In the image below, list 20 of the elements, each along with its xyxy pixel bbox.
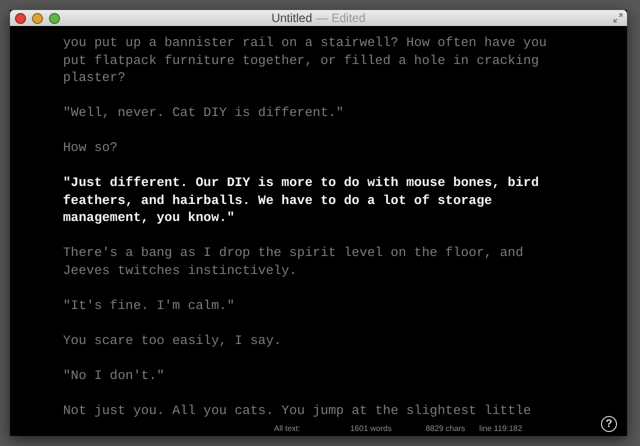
paragraph: "Just different. Our DIY is more to do with mouse bones, bird feathers, and hairballs. We have to do a lot of storage management, you know.": [63, 174, 540, 226]
help-button[interactable]: ?: [601, 416, 617, 432]
paragraph: How so?: [63, 139, 119, 156]
zoom-button[interactable]: [49, 12, 60, 24]
paragraph: "Well, never. Cat DIY is different.": [63, 104, 345, 122]
paragraph: "No I don't.": [63, 366, 166, 384]
minimize-button[interactable]: [32, 12, 43, 24]
paragraph: "It's fine. I'm calm.": [63, 296, 236, 314]
paragraph: There's a bang as I drop the spirit level on the floor, and Jeeves twitches instinctively.: [63, 244, 524, 279]
close-button[interactable]: [15, 12, 26, 24]
scope-label: All text:: [274, 424, 300, 432]
window-title: Untitled: [271, 11, 312, 25]
paragraph: you put up a bannister rail on a stairwell? How often have you put flatpack furniture together, or filled a hole in cracking plaster?: [63, 34, 548, 86]
word-count: 1601 words: [350, 424, 392, 432]
paragraph: Not just you. All you cats. You jump at the slightest little: [63, 402, 532, 419]
paragraph: You scare too easily, I say.: [63, 332, 282, 349]
fullscreen-icon[interactable]: [613, 13, 623, 23]
cursor-position: line 119:182: [479, 424, 522, 432]
edited-label: — Edited: [316, 11, 366, 25]
char-count: 8829 chars: [426, 424, 466, 432]
